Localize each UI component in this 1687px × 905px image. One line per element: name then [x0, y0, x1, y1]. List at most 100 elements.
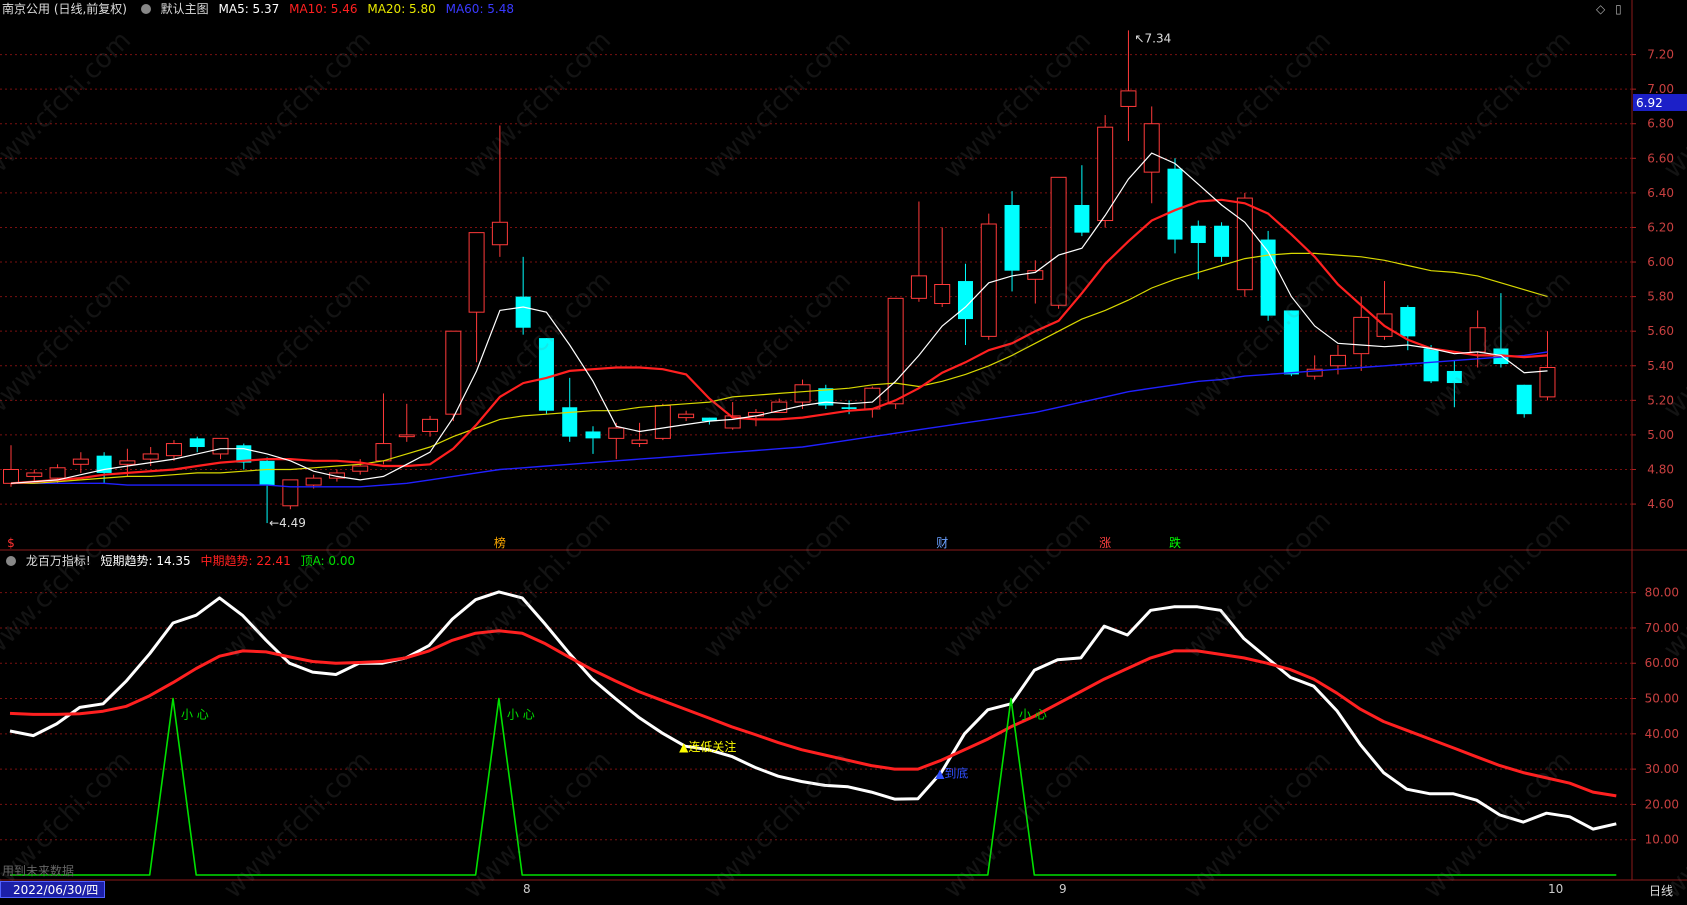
candle-body-up: [1120, 90, 1137, 107]
candlestick: [515, 256, 531, 335]
period-label[interactable]: 日线: [1649, 882, 1673, 899]
price-tick-label: 5.20: [1647, 393, 1674, 407]
settings-icon[interactable]: [140, 3, 151, 14]
candlestick: [1167, 158, 1183, 254]
stock-label[interactable]: 南京公用 (日线,前复权): [2, 2, 127, 16]
candlestick: [491, 125, 508, 257]
ma5-line: [10, 152, 1548, 484]
chart-name[interactable]: 默认主图: [161, 2, 209, 16]
candlestick: [1423, 345, 1439, 384]
month-label-8: 8: [523, 882, 531, 896]
candle-body-up: [678, 413, 695, 419]
candle-body-up: [305, 477, 322, 486]
main-price-pane: 7.207.006.806.606.406.206.005.805.605.40…: [0, 30, 1687, 550]
candle-body-up: [887, 297, 904, 405]
event-marker: 跌: [1169, 535, 1181, 550]
candle-body-down: [1423, 348, 1439, 382]
price-tick-label: 5.40: [1647, 359, 1674, 373]
ma5-value: MA5: 5.37: [218, 2, 280, 16]
chart-stage: 7.20 7.00 6.80 6.60 6.40 6.20 6.00 5.80 5.60 5.40…: [0, 0, 1687, 905]
candle-body-up: [910, 275, 927, 299]
candlestick: [957, 263, 973, 346]
candle-body-up: [282, 479, 299, 507]
candlestick: [608, 422, 625, 460]
candlestick: [1539, 331, 1556, 401]
candle-body-down: [841, 407, 857, 409]
candlestick: [934, 227, 951, 307]
candlestick: [1120, 30, 1137, 142]
indicator-tick-label: 60.00: [1645, 656, 1679, 670]
candlestick: [189, 436, 205, 453]
candle-body-down: [1004, 204, 1020, 271]
candle-body-up: [468, 232, 485, 313]
top-a-line: [10, 697, 1617, 876]
candle-body-down: [189, 438, 205, 448]
candle-body-up: [631, 439, 648, 445]
candle-body-down: [1400, 306, 1416, 337]
candle-body-up: [119, 460, 136, 465]
ma60-value: MA60: 5.48: [445, 2, 515, 16]
indicator-annotation: ▲到底: [935, 766, 968, 781]
window-controls: ◇ ▯: [1596, 0, 1628, 18]
event-marker: 财: [936, 536, 948, 550]
candle-body-down: [515, 296, 531, 328]
indicator-tick-label: 80.00: [1645, 586, 1679, 600]
candlestick: [562, 377, 578, 442]
candlestick: [1516, 384, 1532, 418]
candlestick: [585, 426, 601, 454]
candle-body-down: [1190, 225, 1206, 244]
price-tick-label: 6.20: [1647, 220, 1674, 234]
indicator-tick-label: 50.00: [1645, 692, 1679, 706]
candle-body-up: [142, 453, 159, 460]
price-tick-label: 5.00: [1647, 428, 1674, 442]
candlestick: [422, 415, 439, 437]
indicator-header: 龙百万指标! 短期趋势: 14.35 中期趋势: 22.41 顶A: 0.00: [2, 552, 361, 570]
date-box[interactable]: 2022/06/30/四: [0, 881, 106, 898]
candle-body-down: [1167, 168, 1183, 240]
candle-body-up: [491, 221, 508, 246]
chart-canvas[interactable]: 7.207.006.806.606.406.206.005.805.605.40…: [0, 0, 1687, 898]
diamond-icon[interactable]: ◇: [1596, 2, 1605, 16]
indicator-annotation: 小 心: [507, 708, 535, 722]
month-label-10: 10: [1548, 882, 1564, 896]
candlestick: [398, 403, 415, 442]
candle-body-down: [957, 281, 973, 320]
candlestick: [910, 201, 927, 302]
indicator-annotation: 小 心: [1019, 708, 1047, 722]
candle-body-up: [1353, 316, 1370, 355]
event-marker: 涨: [1099, 535, 1111, 550]
candlestick: [631, 422, 648, 448]
candle-body-down: [1446, 370, 1462, 384]
ma10-value: MA10: 5.46: [289, 2, 358, 16]
candle-body-up: [864, 387, 881, 410]
mid-trend-line: [9, 629, 1617, 798]
candle-body-down: [585, 431, 601, 439]
candle-body-up: [212, 437, 229, 455]
candlestick: [1353, 296, 1370, 371]
candle-body-up: [165, 443, 182, 457]
candlestick: [1306, 355, 1323, 380]
candle-body-up: [445, 330, 462, 415]
price-tick-label: 7.20: [1647, 48, 1674, 62]
indicator-name[interactable]: 龙百万指标!: [26, 554, 91, 568]
candle-body-up: [398, 434, 415, 438]
candlestick: [259, 457, 275, 524]
price-tick-label: 4.60: [1647, 497, 1674, 511]
top-a-value: 顶A: 0.00: [300, 554, 356, 568]
low-price-label: ←4.49: [269, 516, 306, 530]
candle-body-up: [3, 468, 19, 484]
high-price-label: ↖7.34: [1134, 31, 1171, 45]
panel-toggle-icon[interactable]: ▯: [1615, 2, 1622, 16]
candle-body-up: [1469, 327, 1486, 353]
candlestick: [1050, 176, 1067, 309]
price-tick-label: 5.60: [1647, 324, 1674, 338]
candle-body-up: [794, 384, 811, 403]
candle-body-up: [422, 418, 439, 432]
indicator-tick-label: 30.00: [1645, 762, 1679, 776]
indicator-settings-icon[interactable]: [6, 555, 16, 566]
candle-body-up: [1143, 123, 1160, 173]
candlestick: [1283, 310, 1299, 377]
candlestick: [1400, 305, 1416, 351]
candle-body-up: [654, 405, 671, 439]
candlestick: [1446, 360, 1462, 408]
